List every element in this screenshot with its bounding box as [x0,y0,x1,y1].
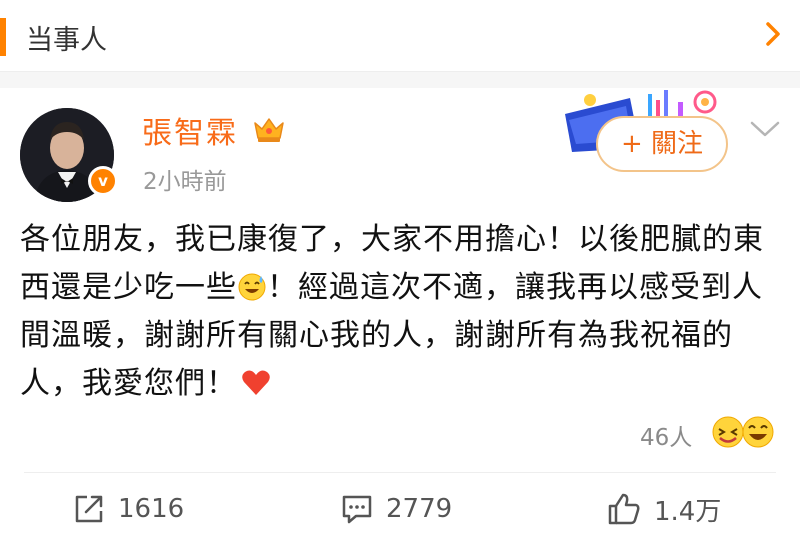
heart-emoji [242,370,270,395]
page-title: 当事人 [26,25,107,56]
comment-button[interactable]: 2779 [340,492,452,526]
comment-icon [342,495,372,524]
share-count: 1616 [118,494,185,524]
thumbs-up-icon [608,493,640,525]
divider [24,472,776,473]
section-gap [0,72,800,88]
verified-badge: v [88,166,118,196]
follow-button[interactable]: + 關注 [596,116,728,172]
reaction-emojis-icon[interactable] [708,414,780,450]
crown-icon [254,118,284,142]
post-content: 各位朋友，我已康復了，大家不用擔心！以後肥膩的東西還是少吃一些 ！經過這次不適，… [20,216,780,408]
post-time: 2小時前 [143,169,227,195]
share-button[interactable]: 1616 [72,492,184,526]
share-icon [75,495,103,523]
author-name[interactable]: 張智霖 [142,108,238,152]
like-button[interactable]: 1.4万 [606,492,722,527]
chevron-down-icon[interactable] [748,118,782,140]
chevron-right-icon[interactable] [760,19,786,49]
weibo-post: v 張智霖 2小時前 + 關注 各位朋友，我已康復了，大家不用擔心！以後肥膩的東… [0,88,800,535]
like-count: 1.4万 [654,496,722,527]
header-bar: 当事人 [0,0,800,72]
sweat-smile-emoji [238,273,266,301]
reaction-count[interactable]: 46人 [640,418,692,452]
header-accent [0,18,6,56]
comment-count: 2779 [386,494,453,524]
